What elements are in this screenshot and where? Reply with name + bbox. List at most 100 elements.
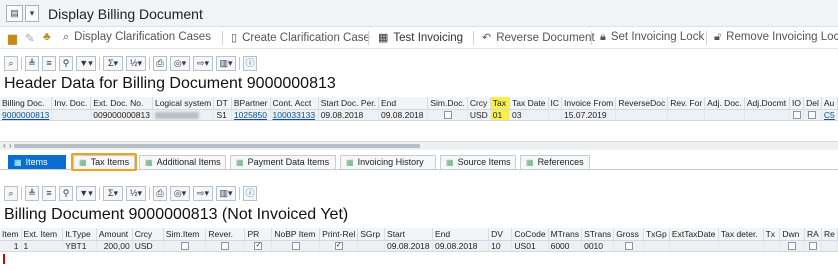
cell-billing-doc[interactable]: 9000000813: [0, 108, 53, 121]
details-icon[interactable]: ⌕: [4, 186, 18, 201]
column-header[interactable]: Sim.Doc.: [427, 97, 468, 109]
create-clarification-case-button[interactable]: ▯ Create Clarification Case: [231, 31, 370, 44]
sum-icon[interactable]: Σ▾: [103, 186, 123, 201]
column-header[interactable]: SGrp: [357, 228, 386, 240]
column-header[interactable]: NoBP Item: [271, 228, 321, 240]
display-clarification-cases-button[interactable]: ⌕ Display Clarification Cases: [63, 31, 211, 44]
column-header[interactable]: TxGp: [643, 228, 670, 240]
table-row[interactable]: 1 1 YBT1 200,00 USD ✓ ✓ 09.08.2018 09.08…: [0, 239, 838, 252]
find-icon[interactable]: ⚲: [59, 186, 73, 201]
column-header[interactable]: Billing Doc.: [0, 97, 53, 109]
column-header[interactable]: ExtTaxDate: [669, 228, 719, 240]
column-header[interactable]: Crcy: [132, 228, 164, 240]
column-header[interactable]: Re: [821, 228, 838, 240]
layout-icon[interactable]: ▥▾: [216, 186, 236, 201]
find-icon[interactable]: ⚲: [59, 56, 73, 71]
details-icon[interactable]: ⌕: [4, 56, 18, 71]
views-icon[interactable]: ◎▾: [170, 186, 190, 201]
column-header[interactable]: Item: [0, 228, 22, 240]
sort-ascending-icon[interactable]: ≜: [25, 56, 39, 71]
layout-icon[interactable]: ▥▾: [216, 56, 236, 71]
subtotal-icon[interactable]: ½▾: [126, 56, 146, 71]
column-header[interactable]: Print-Rel: [319, 228, 359, 240]
filter-icon[interactable]: ▼▾: [76, 56, 96, 71]
column-header[interactable]: IO: [789, 97, 805, 109]
column-header[interactable]: Amount: [96, 228, 133, 240]
column-header[interactable]: End: [432, 228, 490, 240]
scrollbar-thumb[interactable]: [14, 144, 420, 148]
column-header[interactable]: CoCode: [511, 228, 549, 240]
column-header[interactable]: It.Type: [62, 228, 97, 240]
remove-invoicing-lock-button[interactable]: 🔓︎ Remove Invoicing Lock: [714, 31, 838, 44]
checkbox-sim-item: [180, 242, 189, 250]
table-row[interactable]: 9000000813 009000000813 S1 1025850 10003…: [0, 108, 838, 121]
column-header[interactable]: Tax deter.: [718, 228, 764, 240]
column-header[interactable]: Cont. Acct: [270, 97, 319, 109]
info-icon[interactable]: ⓘ: [243, 186, 257, 201]
sum-icon[interactable]: Σ▾: [103, 56, 123, 71]
sort-ascending-icon[interactable]: ≜: [25, 186, 39, 201]
column-header[interactable]: Invoice From: [561, 97, 617, 109]
tab-payment-data-items[interactable]: ▦ Payment Data Items: [230, 155, 336, 169]
column-header[interactable]: RA: [804, 228, 822, 240]
horizontal-scrollbar[interactable]: ‹ ›: [0, 141, 838, 150]
filter-icon[interactable]: ▼▾: [76, 186, 96, 201]
other-document-icon[interactable]: ▆: [8, 31, 17, 45]
column-header[interactable]: IC: [548, 97, 563, 109]
edit-icon[interactable]: ✎: [25, 31, 35, 45]
export-icon[interactable]: ⇨▾: [193, 186, 213, 201]
column-header[interactable]: STrans: [581, 228, 615, 240]
column-header[interactable]: Dwn: [779, 228, 806, 240]
reverse-document-button[interactable]: ↶ Reverse Document: [482, 31, 595, 44]
column-header-tax[interactable]: Tax: [490, 97, 510, 109]
column-header[interactable]: Adj. Doc.: [704, 97, 745, 109]
column-header[interactable]: Rev. For: [667, 97, 706, 109]
column-header[interactable]: Gross: [613, 228, 644, 240]
print-icon[interactable]: ⎙: [153, 56, 167, 71]
column-header[interactable]: Del: [803, 97, 822, 109]
column-header[interactable]: Crcy: [467, 97, 491, 109]
column-header[interactable]: Adj.Docmt: [744, 97, 790, 109]
cell-tax-date: 03: [509, 108, 549, 121]
display-change-icon[interactable]: ♣: [43, 31, 51, 43]
sort-descending-icon[interactable]: ≡: [42, 186, 56, 201]
column-header[interactable]: Tax Date: [509, 97, 549, 109]
subtotal-icon[interactable]: ½▾: [126, 186, 146, 201]
column-header[interactable]: Logical system: [152, 97, 215, 109]
info-icon[interactable]: ⓘ: [243, 56, 257, 71]
sort-descending-icon[interactable]: ≡: [42, 56, 56, 71]
test-invoicing-button[interactable]: ▦ Test Invoicing: [378, 31, 463, 44]
column-header[interactable]: Sim.Item: [163, 228, 207, 240]
column-header[interactable]: Au: [821, 97, 838, 109]
tab-invoicing-history[interactable]: ▦ Invoicing History: [340, 155, 436, 169]
column-header[interactable]: Rever.: [205, 228, 246, 240]
tab-references[interactable]: ▦ References: [520, 155, 590, 169]
column-header[interactable]: ReverseDoc: [615, 97, 669, 109]
set-invoicing-lock-button[interactable]: 🔒︎ Set Invoicing Lock: [600, 31, 704, 44]
scroll-left-icon[interactable]: ‹: [3, 142, 6, 150]
column-header[interactable]: Inv. Doc.: [51, 97, 92, 109]
column-header[interactable]: BPartner: [231, 97, 271, 109]
tab-additional-items[interactable]: ▦ Additional Items: [139, 155, 226, 169]
column-header[interactable]: End: [378, 97, 429, 109]
column-header[interactable]: Tx: [763, 228, 781, 240]
column-header[interactable]: Ext. Doc. No.: [90, 97, 153, 109]
views-icon[interactable]: ◎▾: [170, 56, 190, 71]
column-header[interactable]: Ext. Item: [21, 228, 64, 240]
column-header[interactable]: DV: [488, 228, 513, 240]
print-icon[interactable]: ⎙: [153, 186, 167, 201]
column-header[interactable]: PR: [244, 228, 273, 240]
column-header[interactable]: Start: [384, 228, 433, 240]
export-icon[interactable]: ⇨▾: [193, 56, 213, 71]
cell-cont-acct[interactable]: 100033133: [270, 108, 319, 121]
cell-bpartner[interactable]: 1025850: [231, 108, 271, 121]
dropdown-arrow-icon[interactable]: ▾: [25, 5, 39, 22]
cell-au[interactable]: C5: [821, 108, 838, 121]
column-header[interactable]: MTrans: [548, 228, 583, 240]
tab-source-items[interactable]: ▦ Source Items: [440, 155, 516, 169]
column-header[interactable]: Start Doc. Per.: [318, 97, 379, 109]
menu-icon[interactable]: ▤: [6, 5, 23, 22]
column-header[interactable]: DT: [213, 97, 232, 109]
tab-items[interactable]: ▦ Items: [8, 155, 66, 169]
scroll-right-icon[interactable]: ›: [9, 142, 12, 150]
